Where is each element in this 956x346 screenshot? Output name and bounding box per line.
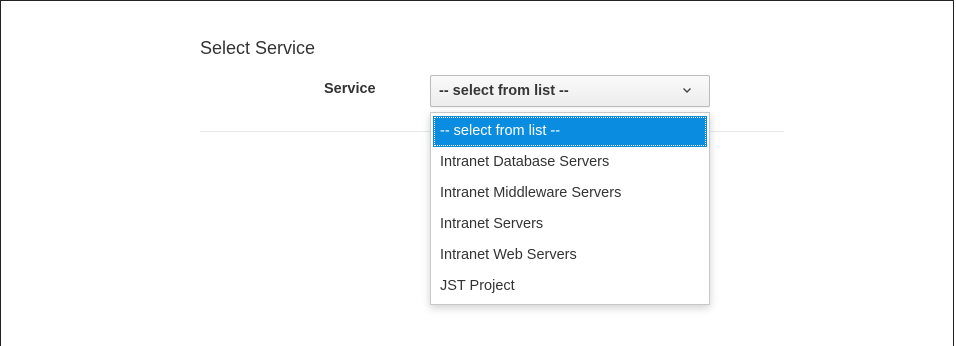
service-select-value: -- select from list -- [439, 83, 569, 99]
service-label: Service [324, 81, 376, 97]
dropdown-option-select-from-list[interactable]: -- select from list -- [433, 116, 707, 147]
dropdown-option-intranet-web-servers[interactable]: Intranet Web Servers [431, 240, 709, 271]
dropdown-option-intranet-middleware-servers[interactable]: Intranet Middleware Servers [431, 178, 709, 209]
chevron-down-icon [683, 88, 691, 93]
page-title: Select Service [200, 38, 316, 58]
dropdown-option-intranet-servers[interactable]: Intranet Servers [431, 209, 709, 240]
service-dropdown-menu: -- select from list -- Intranet Database… [430, 112, 710, 305]
dropdown-option-intranet-database-servers[interactable]: Intranet Database Servers [431, 147, 709, 178]
service-select[interactable]: -- select from list -- [430, 75, 710, 107]
dropdown-option-jst-project[interactable]: JST Project [431, 271, 709, 302]
